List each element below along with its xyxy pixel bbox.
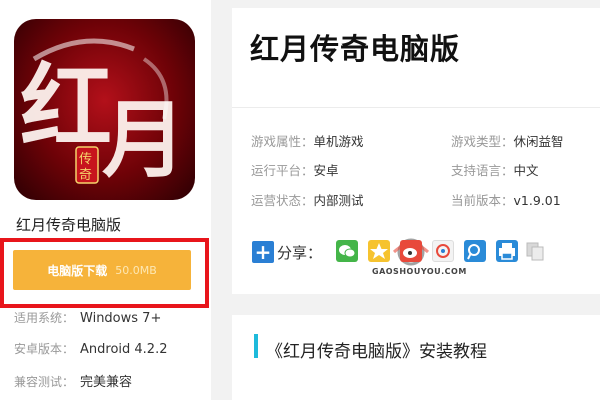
attr-value: v1.9.01 <box>513 193 561 208</box>
attr-key: 游戏属性： <box>251 134 314 149</box>
copy-icon[interactable] <box>524 240 546 262</box>
attr-key: 游戏类型： <box>451 134 514 149</box>
attr-version: 当前版本：v1.9.01 <box>451 190 561 209</box>
download-button-label: 电脑版下载 <box>47 263 108 278</box>
tencent-weibo-icon[interactable] <box>432 240 454 262</box>
attr-key: 当前版本： <box>451 193 514 208</box>
app-icon-art: 红 月 传 奇 <box>20 38 186 189</box>
spec-android: 安卓版本： Android 4.2.2 <box>14 340 168 357</box>
share-label: 分享： <box>277 243 323 262</box>
spec-os-key: 适用系统： <box>14 311 75 325</box>
qzone-icon[interactable] <box>368 240 390 262</box>
icon-char-hong: 红 <box>20 53 112 161</box>
attr-status: 运营状态：内部测试 <box>251 190 364 209</box>
spec-android-key: 安卓版本： <box>14 342 75 356</box>
icon-seal-char-1: 传 <box>79 152 92 167</box>
tutorial-title[interactable]: 《红月传奇电脑版》安装教程 <box>266 337 487 362</box>
attr-value: 中文 <box>513 163 539 178</box>
attr-game-type: 游戏类型：休闲益智 <box>451 131 564 150</box>
icon-char-yue: 月 <box>102 90 186 189</box>
attr-value: 单机游戏 <box>313 134 364 149</box>
attr-value: 休闲益智 <box>513 134 564 149</box>
attr-key: 运行平台： <box>251 163 314 178</box>
share-plus-icon[interactable]: + <box>252 241 274 263</box>
wechat-icon[interactable] <box>336 240 358 262</box>
share-bar: + 分享： <box>252 239 322 265</box>
attr-key: 支持语言： <box>451 163 514 178</box>
attr-platform: 运行平台：安卓 <box>251 160 339 179</box>
download-size: 50.0MB <box>115 263 157 277</box>
attr-key: 运营状态： <box>251 193 314 208</box>
attr-value: 安卓 <box>313 163 339 178</box>
spec-compat-value: 完美兼容 <box>80 375 133 390</box>
print-icon[interactable] <box>496 240 518 262</box>
spec-compat: 兼容测试： 完美兼容 <box>14 371 132 390</box>
attr-game-property: 游戏属性：单机游戏 <box>251 131 364 150</box>
spec-android-value: Android 4.2.2 <box>80 342 168 357</box>
app-icon[interactable]: 红 月 传 奇 <box>14 19 195 200</box>
download-button[interactable]: 电脑版下载 50.0MB <box>13 250 191 290</box>
tencent-weibo-icon[interactable] <box>464 240 486 262</box>
app-name: 红月传奇电脑版 <box>16 216 122 234</box>
page-title: 红月传奇电脑版 <box>250 32 461 66</box>
icon-seal-char-2: 奇 <box>79 167 92 183</box>
spec-os-value: Windows 7+ <box>80 311 162 326</box>
watermark-text: GAOSHOUYOU.COM <box>372 267 467 276</box>
attr-language: 支持语言：中文 <box>451 160 539 179</box>
spec-compat-key: 兼容测试： <box>14 375 75 389</box>
divider <box>232 107 600 108</box>
tutorial-accent-bar <box>254 334 258 358</box>
attr-value: 内部测试 <box>313 193 364 208</box>
spec-os: 适用系统： Windows 7+ <box>14 309 161 326</box>
sina-weibo-icon[interactable] <box>400 240 422 262</box>
